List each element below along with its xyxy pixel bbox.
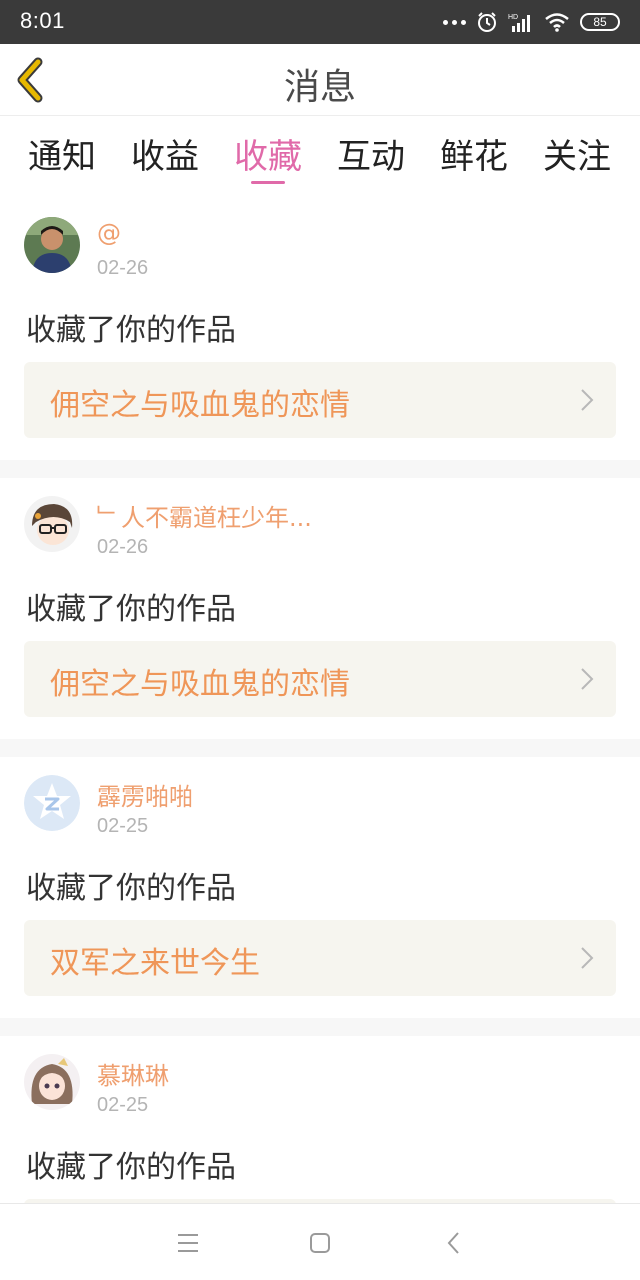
page-title: 消息 — [283, 67, 356, 108]
avatar[interactable] — [24, 496, 80, 552]
chevron-right-icon — [581, 389, 594, 411]
work-card[interactable]: 双军之来世今生 — [24, 920, 616, 996]
divider — [0, 1018, 640, 1036]
message-item: @ 02-26 收藏了你的作品 佣空之与吸血鬼的恋情 — [0, 199, 640, 460]
svg-text:HD: HD — [508, 14, 518, 21]
message-item: 霹雳啪啪 02-25 收藏了你的作品 双军之来世今生 — [0, 757, 640, 1018]
message-item: ﹂人不霸道枉少年... 02-26 收藏了你的作品 佣空之与吸血鬼的恋情 — [0, 478, 640, 739]
work-title: 双军之来世今生 — [50, 946, 260, 981]
message-action: 收藏了你的作品 — [26, 871, 236, 906]
status-time: 8:01 — [20, 8, 65, 33]
anime-avatar-girl — [24, 1054, 80, 1110]
tab-bar: 通知 收益 收藏 互动 鲜花 关注 — [0, 117, 640, 199]
username[interactable]: 霹雳啪啪 — [97, 777, 193, 812]
wifi-icon — [545, 13, 569, 32]
message-date: 02-26 — [97, 257, 149, 279]
home-square-icon[interactable] — [306, 1230, 334, 1256]
chevron-right-icon — [581, 947, 594, 969]
app-header: 消息 — [0, 44, 640, 116]
hd-signal-icon: HD — [508, 14, 530, 32]
active-tab-indicator — [251, 181, 285, 184]
system-nav-bar — [0, 1203, 640, 1280]
photo-avatar-boy — [24, 217, 80, 273]
tab-earnings[interactable]: 收益 — [115, 129, 215, 178]
battery-icon: 85 — [580, 13, 620, 31]
message-date: 02-25 — [97, 1094, 149, 1116]
work-title: 佣空之与吸血鬼的恋情 — [50, 388, 350, 423]
chevron-right-icon — [581, 668, 594, 690]
divider — [0, 460, 640, 478]
tab-follow[interactable]: 关注 — [527, 129, 627, 178]
default-avatar-qzone — [24, 775, 80, 831]
alarm-icon — [478, 12, 496, 32]
divider — [0, 739, 640, 757]
message-date: 02-25 — [97, 815, 149, 837]
tab-flowers[interactable]: 鲜花 — [424, 129, 524, 178]
back-triangle-icon[interactable] — [440, 1230, 468, 1256]
message-action: 收藏了你的作品 — [26, 592, 236, 627]
tab-interactions[interactable]: 互动 — [321, 129, 421, 178]
username[interactable]: 慕琳琳 — [97, 1056, 169, 1091]
tab-favorites[interactable]: 收藏 — [218, 129, 318, 178]
avatar[interactable] — [24, 775, 80, 831]
username[interactable]: ﹂人不霸道枉少年... — [97, 498, 312, 533]
cartoon-avatar-glasses — [24, 496, 80, 552]
username[interactable]: @ — [97, 219, 121, 247]
message-date: 02-26 — [97, 536, 149, 558]
work-card[interactable]: 佣空之与吸血鬼的恋情 — [24, 362, 616, 438]
status-bar: 8:01 HD 85 — [0, 0, 640, 44]
menu-icon[interactable] — [174, 1230, 202, 1256]
status-icons: HD 85 — [443, 10, 620, 34]
tab-notifications[interactable]: 通知 — [12, 129, 112, 178]
avatar[interactable] — [24, 1054, 80, 1110]
message-action: 收藏了你的作品 — [26, 313, 236, 348]
more-dots-icon — [443, 19, 466, 25]
avatar[interactable] — [24, 217, 80, 273]
work-title: 佣空之与吸血鬼的恋情 — [50, 667, 350, 702]
message-action: 收藏了你的作品 — [26, 1150, 236, 1185]
work-card[interactable]: 佣空之与吸血鬼的恋情 — [24, 641, 616, 717]
